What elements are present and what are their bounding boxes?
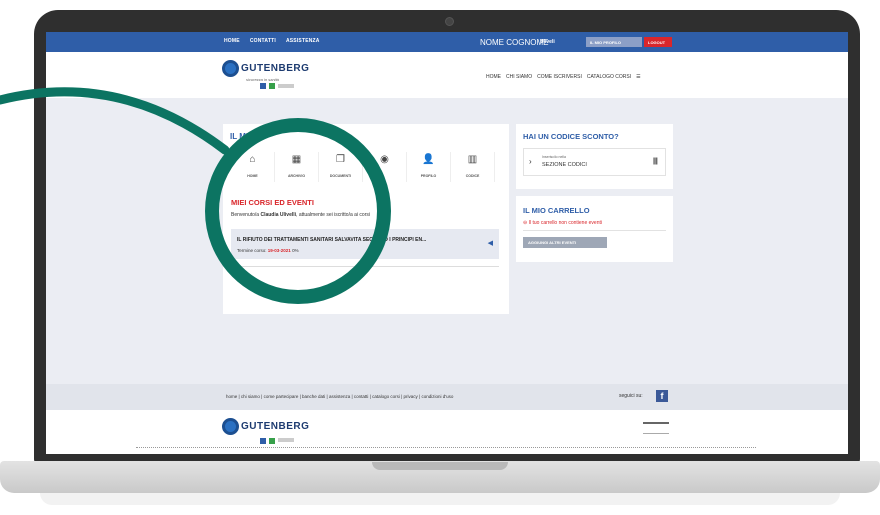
- chevron-right-icon: ›: [529, 157, 532, 166]
- main-nav-catalog[interactable]: CATALOGO CORSI: [587, 74, 631, 80]
- top-nav-support[interactable]: ASSISTENZA: [286, 38, 320, 44]
- footer-links-bar: home | chi siamo | come partecipare | ba…: [46, 384, 848, 410]
- main-nav-enroll[interactable]: COME ISCRIVERSI: [537, 74, 582, 80]
- user-icon: 👤: [422, 154, 435, 165]
- main-nav-about[interactable]: CHI SIAMO: [506, 74, 532, 80]
- badge-blue-icon: [260, 83, 266, 89]
- top-nav: HOME CONTATTI ASSISTENZA: [224, 38, 320, 44]
- divider: [523, 230, 666, 231]
- cart-card: IL MIO CARRELLO ⊖ Il tuo carrello non co…: [516, 196, 673, 262]
- codes-section-link[interactable]: › Inseriscilo nella SEZIONE CODICI |||||: [523, 148, 666, 176]
- badge-green-icon: [269, 83, 275, 89]
- user-name: NOME COGNOME: [480, 38, 549, 47]
- logo-badges: [260, 83, 294, 89]
- top-nav-contacts[interactable]: CONTATTI: [250, 38, 276, 44]
- user-short-name: Uliveli: [540, 39, 555, 45]
- footer-logo-text: GUTENBERG: [241, 421, 310, 432]
- barcode-icon: ▥: [467, 154, 478, 165]
- laptop-scene: HOME CONTATTI ASSISTENZA NOME COGNOME Ul…: [0, 0, 880, 515]
- magnifier-ring: [205, 118, 391, 304]
- chevron-left-icon[interactable]: ◀: [488, 239, 493, 247]
- codes-small-text: Inseriscilo nella: [542, 155, 566, 159]
- facebook-icon[interactable]: f: [656, 390, 668, 402]
- main-nav: HOME CHI SIAMO COME ISCRIVERSI CATALOGO …: [486, 74, 641, 80]
- institution-icon: [643, 422, 669, 434]
- tab-profile[interactable]: 👤 PROFILO: [407, 152, 451, 182]
- tab-label: CODICE: [465, 174, 480, 178]
- top-nav-home[interactable]: HOME: [224, 38, 240, 44]
- fine-print-line: [136, 447, 756, 450]
- badge-text-icon: [278, 438, 294, 442]
- follow-label: seguici su:: [619, 393, 643, 399]
- badge-text-icon: [278, 84, 294, 88]
- laptop-notch: [372, 462, 508, 470]
- discount-card: HAI UN CODICE SCONTO? › Inseriscilo nell…: [516, 124, 673, 189]
- add-events-button[interactable]: AGGIUNGI ALTRI EVENTI: [523, 237, 607, 248]
- badge-green-icon: [269, 438, 275, 444]
- footer-logo[interactable]: GUTENBERG: [222, 418, 309, 435]
- footer-links[interactable]: home | chi siamo | come partecipare | ba…: [226, 394, 453, 399]
- menu-icon[interactable]: ☰: [636, 74, 640, 80]
- discount-title: HAI UN CODICE SCONTO?: [523, 132, 619, 141]
- top-bar: HOME CONTATTI ASSISTENZA NOME COGNOME Ul…: [46, 32, 848, 52]
- profile-button[interactable]: IL MIO PROFILO: [586, 37, 642, 47]
- tab-label: PROFILO: [420, 174, 437, 178]
- main-nav-home[interactable]: HOME: [486, 74, 501, 80]
- cart-empty-message: ⊖ Il tuo carrello non contiene eventi: [523, 220, 602, 226]
- footer: GUTENBERG: [46, 410, 848, 454]
- logout-button[interactable]: LOGOUT: [644, 37, 672, 47]
- footer-badges: [260, 438, 294, 444]
- badge-blue-icon: [260, 438, 266, 444]
- barcode-icon: |||||: [652, 158, 658, 165]
- camera: [445, 17, 454, 26]
- codes-big-text: SEZIONE CODICI: [542, 162, 587, 168]
- cart-empty-text: Il tuo carrello non contiene eventi: [528, 220, 602, 226]
- tab-code[interactable]: ▥ CODICE: [451, 152, 495, 182]
- laptop-shadow: [40, 493, 840, 505]
- logo-q-icon: [222, 418, 239, 435]
- cart-title: IL MIO CARRELLO: [523, 206, 590, 215]
